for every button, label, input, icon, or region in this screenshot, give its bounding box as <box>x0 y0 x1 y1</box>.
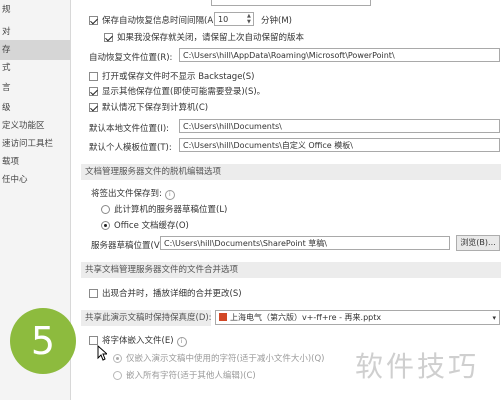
step-number-badge: 5 <box>10 308 76 374</box>
drafts-location-label: 服务器草稿位置(V): <box>91 241 166 251</box>
autorecover-location-label: 自动恢复文件位置(R): <box>89 53 173 63</box>
nav-item-label: 定义功能区 <box>2 121 45 131</box>
fidelity-section-header: 共享此演示文稿时保持保真度(D): <box>81 310 211 326</box>
server-drafts-row: 此计算机的服务器草稿位置(L) <box>101 203 227 215</box>
info-icon: i <box>164 190 175 200</box>
keep-last-row: 如果我没保存就关闭，请保留上次自动保留的版本 <box>104 31 304 43</box>
keep-last-label: 如果我没保存就关闭，请保留上次自动保留的版本 <box>117 33 305 43</box>
drafts-location-value: C:\Users\hill\Documents\SharePoint 草稿\ <box>164 239 328 248</box>
embed-all-radio[interactable] <box>113 371 122 380</box>
no-backstage-checkbox[interactable] <box>89 72 98 81</box>
show-merge-checkbox[interactable] <box>89 289 98 298</box>
nav-item-label: 存 <box>2 45 11 55</box>
nav-item-label: 规 <box>2 5 11 15</box>
nav-item-general[interactable]: 规 <box>0 0 70 20</box>
offline-section-header: 文档管理服务器文件的脱机编辑选项 <box>81 164 501 180</box>
nav-item-label: 对 <box>2 27 11 37</box>
nav-item-customize-ribbon[interactable]: 定义功能区 <box>0 116 70 136</box>
default-template-input[interactable]: C:\Users\hill\Documents\自定义 Office 模板\ <box>179 138 500 152</box>
autorecover-location-value: C:\Users\hill\AppData\Roaming\Microsoft\… <box>183 51 395 60</box>
embed-fonts-checkbox[interactable] <box>89 336 98 345</box>
nav-item-format[interactable]: 式 <box>0 58 70 78</box>
embed-all-row: 嵌入所有字符(适于其他人编辑)(C) <box>113 369 256 381</box>
autorecover-checkbox[interactable] <box>89 16 98 25</box>
embed-used-only-label: 仅嵌入演示文稿中使用的字符(适于减小文件大小)(Q) <box>126 354 325 364</box>
nav-item-label: 任中心 <box>2 175 28 185</box>
autorecover-label: 保存自动恢复信息时间间隔(A) <box>102 16 217 26</box>
nav-item-addins[interactable]: 载项 <box>0 152 70 172</box>
pptx-file-icon <box>219 313 227 321</box>
server-drafts-radio[interactable] <box>101 205 110 214</box>
default-to-computer-row: 默认情况下保存到计算机(C) <box>89 101 208 113</box>
default-template-value: C:\Users\hill\Documents\自定义 Office 模板\ <box>183 141 353 150</box>
nav-item-language[interactable]: 言 <box>0 78 70 98</box>
show-merge-row: 出现合并时，播放详细的合并更改(S) <box>89 287 242 299</box>
browse-button[interactable]: 浏览(B)... <box>456 235 500 251</box>
show-more-locations-label: 显示其他保存位置(即使可能需要登录)(S)。 <box>102 87 266 97</box>
show-merge-label: 出现合并时，播放详细的合并更改(S) <box>102 289 242 299</box>
mouse-cursor-icon <box>97 345 107 361</box>
office-cache-radio[interactable] <box>101 221 110 230</box>
drafts-location-input[interactable]: C:\Users\hill\Documents\SharePoint 草稿\ <box>160 236 450 250</box>
autorecover-location-input[interactable]: C:\Users\hill\AppData\Roaming\Microsoft\… <box>179 48 500 62</box>
autorecover-row: 保存自动恢复信息时间间隔(A) <box>89 14 216 26</box>
minutes-unit: 分钟(M) <box>261 16 292 26</box>
nav-item-trust-center[interactable]: 任中心 <box>0 170 70 190</box>
embed-fonts-label: 将字体嵌入文件(E) <box>102 336 174 346</box>
nav-item-quick-access[interactable]: 速访问工具栏 <box>0 134 70 154</box>
server-drafts-label: 此计算机的服务器草稿位置(L) <box>114 205 228 215</box>
default-local-value: C:\Users\hill\Documents\ <box>183 122 282 131</box>
embed-used-only-radio[interactable] <box>113 354 122 363</box>
chevron-down-icon: ▾ <box>492 314 496 322</box>
default-local-label: 默认本地文件位置(I): <box>89 124 170 134</box>
info-icon: i <box>176 337 187 347</box>
nav-item-label: 式 <box>2 63 11 73</box>
options-content: 保存自动恢复信息时间间隔(A) 10 ▲ ▼ 分钟(M) 如果我没保存就关闭，请保… <box>71 0 503 400</box>
default-to-computer-checkbox[interactable] <box>89 103 98 112</box>
default-local-input[interactable]: C:\Users\hill\Documents\ <box>179 119 500 133</box>
cut-off-dropdown[interactable] <box>211 0 371 6</box>
keep-last-checkbox[interactable] <box>104 33 113 42</box>
show-more-locations-checkbox[interactable] <box>89 87 98 96</box>
nav-item-advanced[interactable]: 级 <box>0 98 70 118</box>
default-to-computer-label: 默认情况下保存到计算机(C) <box>102 103 209 113</box>
embed-all-label: 嵌入所有字符(适于其他人编辑)(C) <box>126 371 256 381</box>
nav-item-label: 级 <box>2 103 11 113</box>
merge-section-header: 共享文档管理服务器文件的文件合并选项 <box>81 262 501 278</box>
watermark-text: 软件技巧 <box>355 350 480 383</box>
nav-item-proofing[interactable]: 对 <box>0 22 70 42</box>
office-cache-label: Office 文档缓存(O) <box>114 221 189 231</box>
embed-used-only-row: 仅嵌入演示文稿中使用的字符(适于减小文件大小)(Q) <box>113 352 324 364</box>
checkout-label-row: 将签出文件保存到: i <box>91 187 175 200</box>
autorecover-minutes-value: 10 <box>218 15 229 24</box>
no-backstage-label: 打开或保存文件时不显示 Backstage(S) <box>102 72 255 82</box>
nav-item-save[interactable]: 存 <box>0 40 70 60</box>
no-backstage-row: 打开或保存文件时不显示 Backstage(S) <box>89 70 254 82</box>
default-template-label: 默认个人模板位置(T): <box>89 143 172 153</box>
presentation-select[interactable]: 上海电气（第六版）v+-ff+re - 再来.pptx ▾ <box>215 310 500 325</box>
nav-item-label: 言 <box>2 83 11 93</box>
checkout-label: 将签出文件保存到: <box>91 189 162 199</box>
minutes-spinner[interactable]: ▲ ▼ <box>247 13 251 25</box>
presentation-file-name: 上海电气（第六版）v+-ff+re - 再来.pptx <box>230 313 382 322</box>
nav-item-label: 载项 <box>2 157 20 167</box>
office-cache-row: Office 文档缓存(O) <box>101 219 189 231</box>
show-more-locations-row: 显示其他保存位置(即使可能需要登录)(S)。 <box>89 85 265 97</box>
nav-item-label: 速访问工具栏 <box>2 139 54 149</box>
